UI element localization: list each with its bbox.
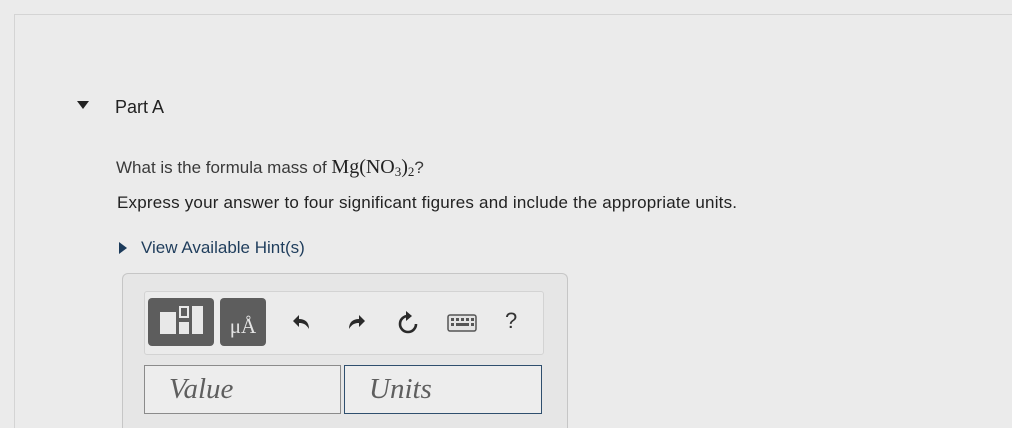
view-hints-link[interactable]: View Available Hint(s) (119, 238, 305, 258)
view-hints-label: View Available Hint(s) (141, 238, 305, 257)
formula-close: ) (401, 156, 408, 178)
question-text: What is the formula mass of Mg(NO3)2? (116, 156, 424, 180)
units-button[interactable]: μÅ (220, 298, 266, 346)
answer-instruction: Express your answer to four significant … (117, 193, 738, 212)
caret-right-icon (119, 242, 127, 254)
undo-icon[interactable] (291, 313, 313, 333)
keyboard-icon[interactable] (447, 314, 477, 332)
formula-main: Mg(NO (331, 156, 395, 178)
units-input[interactable] (344, 365, 542, 414)
units-icon: μÅ (229, 314, 257, 338)
section-top-border (14, 14, 1012, 15)
question-suffix: ? (414, 158, 424, 177)
part-collapse-toggle-icon[interactable] (77, 101, 89, 109)
help-button[interactable]: ? (505, 308, 517, 334)
templates-button[interactable] (148, 298, 214, 346)
question-prefix: What is the formula mass of (116, 158, 332, 177)
reset-icon[interactable] (396, 310, 420, 336)
section-left-border (14, 14, 15, 428)
part-title[interactable]: Part A (115, 97, 164, 118)
value-input[interactable] (144, 365, 341, 414)
redo-icon[interactable] (345, 313, 367, 333)
page: Part A What is the formula mass of Mg(NO… (0, 0, 1012, 428)
chemical-formula: Mg(NO3)2 (331, 156, 414, 179)
